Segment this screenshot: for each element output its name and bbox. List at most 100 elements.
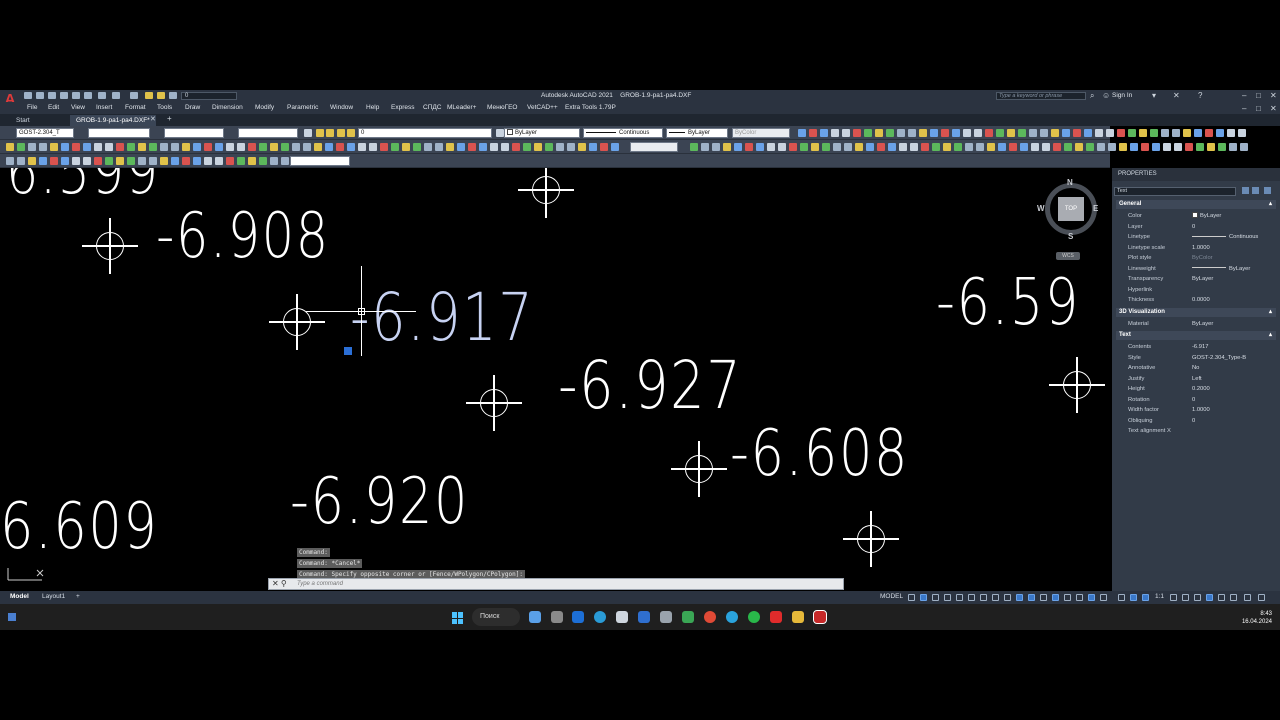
menu-parametric[interactable]: Parametric [287,104,318,111]
help-search-input[interactable]: Type a keyword or phrase [996,92,1086,100]
toolbar-tool-icon[interactable] [701,143,709,151]
toolbar-tool-icon[interactable] [270,143,278,151]
toolbar-tool-icon[interactable] [292,143,300,151]
survey-point-marker[interactable] [269,294,325,350]
property-row[interactable]: Layer 0 [1116,222,1276,232]
toolbar-tool-icon[interactable] [1174,143,1182,151]
toolbar-tool-icon[interactable] [83,143,91,151]
toolbar-tool-icon[interactable] [270,157,278,165]
status-toggle-icon[interactable] [968,594,975,601]
property-row[interactable]: Height 0.2000 [1116,384,1276,394]
property-value[interactable]: 0.2000 [1192,384,1210,394]
toolbar-tool-icon[interactable] [380,143,388,151]
property-value[interactable]: ByLayer [1192,319,1213,329]
exchange-icon[interactable]: ✕ [1173,91,1180,100]
clock[interactable]: 8:43 16.04.2024 [1240,610,1272,626]
toolbar-tool-icon[interactable] [347,143,355,151]
tab-start[interactable]: Start [10,115,36,126]
survey-point-marker[interactable] [843,511,899,567]
property-value[interactable]: 1.0000 [1192,405,1210,415]
toolbar-tool-icon[interactable] [1018,129,1026,137]
toolbar-tool-icon[interactable] [1053,143,1061,151]
toolbar-tool-icon[interactable] [1152,143,1160,151]
property-row[interactable]: Text alignment X [1116,426,1276,436]
toolbar-tool-icon[interactable] [193,157,201,165]
lineweight-dropdown[interactable]: ByLayer [666,128,728,138]
collapse-chevron-icon[interactable]: ▴ [1269,331,1272,340]
menu-express[interactable]: Express [391,104,414,111]
toolbar-tool-icon[interactable] [987,143,995,151]
status-toggle-icon[interactable] [1004,594,1011,601]
toolbar-tool-icon[interactable] [600,143,608,151]
toolbar-tool-icon[interactable] [1064,143,1072,151]
telegram-icon[interactable] [726,611,738,623]
toolbar-tool-icon[interactable] [259,143,267,151]
select-objects-icon[interactable] [1252,187,1259,194]
layout-tab-layout1[interactable]: Layout1 [42,593,65,600]
toolbar-tool-icon[interactable] [523,143,531,151]
toolbar-tool-icon[interactable] [226,157,234,165]
survey-point-marker[interactable] [82,218,138,274]
toolbar-tool-icon[interactable] [1084,129,1092,137]
toolbar-tool-icon[interactable] [1051,129,1059,137]
mleader-style-dropdown[interactable] [238,128,298,138]
status-toggle-icon[interactable] [1206,594,1213,601]
collapse-chevron-icon[interactable]: ▴ [1269,308,1272,317]
toolbar-tool-icon[interactable] [820,129,828,137]
status-toggle-icon[interactable] [1194,594,1201,601]
toolbar-tool-icon[interactable] [1075,143,1083,151]
doc-restore-icon[interactable]: □ [1256,104,1261,113]
redo-icon[interactable] [112,92,120,99]
doc-close-icon[interactable]: ✕ [1270,104,1277,113]
toolbar-tool-icon[interactable] [1086,143,1094,151]
toolbar-tool-icon[interactable] [954,143,962,151]
toolbar-tool-icon[interactable] [853,129,861,137]
menu-spds[interactable]: СПДС [423,104,441,111]
toolbar-tool-icon[interactable] [921,143,929,151]
toolbar-tool-icon[interactable] [910,143,918,151]
toolbar-tool-icon[interactable] [789,143,797,151]
elevation-label[interactable]: 6.599 [6,168,160,203]
layer-lock-icon[interactable] [337,129,345,137]
toolbar-tool-icon[interactable] [1130,143,1138,151]
youtube-icon[interactable] [770,611,782,623]
toolbar-tool-icon[interactable] [976,143,984,151]
toolbar-tool-icon[interactable] [105,143,113,151]
wcs-menu[interactable]: WCS [1056,252,1080,260]
menu-tools[interactable]: Tools [157,104,172,111]
status-toggle-icon[interactable] [956,594,963,601]
toolbar-tool-icon[interactable] [1185,143,1193,151]
status-toggle-icon[interactable] [1230,594,1237,601]
compass-south[interactable]: S [1068,232,1073,241]
toolbar-tool-icon[interactable] [888,143,896,151]
toolbar-tool-icon[interactable] [919,129,927,137]
toolbar-tool-icon[interactable] [182,157,190,165]
toolbar-tool-icon[interactable] [248,143,256,151]
toolbar-tool-icon[interactable] [1207,143,1215,151]
toolbar-tool-icon[interactable] [28,143,36,151]
toolbar-tool-icon[interactable] [303,143,311,151]
status-toggle-icon[interactable] [1088,594,1095,601]
toolbar-tool-icon[interactable] [6,143,14,151]
property-value[interactable]: ByLayer [1192,211,1221,221]
toolbar-tool-icon[interactable] [6,157,14,165]
toolbar-tool-icon[interactable] [105,157,113,165]
plot-style-dropdown[interactable]: ByColor [732,128,790,138]
toolbar-tool-icon[interactable] [822,143,830,151]
add-layout-icon[interactable]: + [76,593,80,600]
web-mobile-icon[interactable] [72,92,80,99]
compass-east[interactable]: E [1093,204,1098,213]
toolbar-tool-icon[interactable] [899,143,907,151]
toolbar-tool-icon[interactable] [237,157,245,165]
menu-modify[interactable]: Modify [255,104,274,111]
toolbar-tool-icon[interactable] [512,143,520,151]
status-toggle-icon[interactable] [908,594,915,601]
toolbar-tool-icon[interactable] [149,143,157,151]
user-icon[interactable]: ☺ [1102,91,1110,100]
new-tab-icon[interactable]: + [167,114,172,123]
toolbar-tool-icon[interactable] [1117,129,1125,137]
menu-file[interactable]: File [27,104,37,111]
toolbar-tool-icon[interactable] [138,143,146,151]
toolbar-tool-icon[interactable] [336,143,344,151]
toolbar-tool-icon[interactable] [237,143,245,151]
